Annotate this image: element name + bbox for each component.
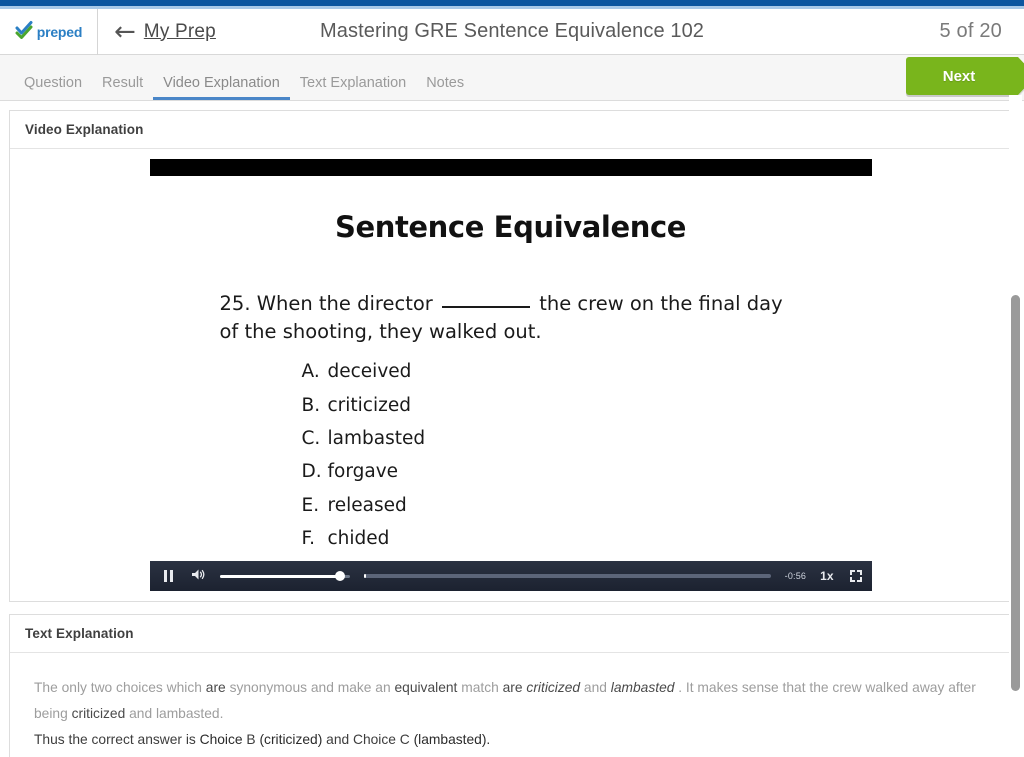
conclusion-seg-1: Thus the correct answer is <box>34 732 200 748</box>
explanation-text: The only two choices which are synonymou… <box>10 653 1011 757</box>
scrollbar-thumb[interactable] <box>1011 295 1020 691</box>
tab-notes[interactable]: Notes <box>416 75 474 101</box>
volume-slider[interactable] <box>219 568 350 584</box>
text-explanation-panel: Text Explanation The only two choices wh… <box>9 614 1012 757</box>
volume-fill <box>219 574 341 578</box>
question-text-before: When the director <box>256 292 433 315</box>
choice-letter: E. <box>301 494 320 516</box>
slide-title: Sentence Equivalence <box>334 210 687 244</box>
explanation-seg-8: criticized <box>526 680 581 695</box>
choice-text: criticized <box>327 394 411 416</box>
choice-text: deceived <box>327 361 412 383</box>
arrow-left-icon: ← <box>114 16 136 47</box>
tab-text-explanation[interactable]: Text Explanation <box>290 75 416 101</box>
back-to-my-prep-link[interactable]: ← My Prep <box>114 19 216 45</box>
explanation-seg-2: are <box>205 680 226 695</box>
next-button[interactable]: Next <box>906 57 1018 95</box>
pause-icon <box>163 570 173 582</box>
tab-result[interactable]: Result <box>92 75 153 101</box>
list-item: B. criticized <box>302 389 872 422</box>
explanation-seg-13: and lambasted. <box>125 705 224 721</box>
explanation-seg-6: are <box>502 680 523 695</box>
tab-bar: Question Result Video Explanation Text E… <box>0 55 1024 101</box>
brand-logo[interactable]: preped <box>0 8 98 55</box>
video-control-bar: -0:56 1x <box>149 561 872 591</box>
tab-video-explanation[interactable]: Video Explanation <box>153 75 290 101</box>
app-root: preped ← My Prep Mastering GRE Sentence … <box>0 0 1024 757</box>
text-panel-title: Text Explanation <box>10 615 1011 653</box>
text-panel-body: The only two choices which are synonymou… <box>10 653 1011 757</box>
explanation-seg-4: equivalent <box>394 680 458 695</box>
choice-letter: F. <box>301 527 316 549</box>
video-explanation-panel: Video Explanation Sentence Equivalence 2… <box>9 110 1012 602</box>
list-item: A. deceived <box>302 355 872 388</box>
explanation-conclusion: Thus the correct answer is Choice B (cri… <box>34 727 987 753</box>
choice-letter: B. <box>301 394 321 416</box>
app-header: preped ← My Prep Mastering GRE Sentence … <box>0 8 1024 55</box>
video-slide: Sentence Equivalence 25. When the direct… <box>149 176 872 561</box>
choice-text: released <box>327 494 407 516</box>
choice-text: forgave <box>327 461 399 483</box>
choice-text: chided <box>327 527 390 549</box>
explanation-seg-1: The only two choices which <box>34 680 206 695</box>
slide-question: 25. When the director the crew on the fi… <box>220 290 800 345</box>
pause-button[interactable] <box>160 570 177 582</box>
back-link-label: My Prep <box>143 20 216 42</box>
list-item: E. released <box>302 489 872 522</box>
list-item: F. chided <box>302 522 872 555</box>
explanation-seg-9: and <box>580 680 611 695</box>
volume-knob[interactable] <box>335 571 346 581</box>
double-check-icon <box>15 19 35 44</box>
choice-letter: A. <box>301 361 320 383</box>
answer-choice-list: A. deceived B. criticized C. lambasted D… <box>302 355 872 555</box>
choice-text: lambasted <box>327 427 426 449</box>
volume-button[interactable] <box>187 568 210 584</box>
tab-list: Question Result Video Explanation Text E… <box>0 54 474 100</box>
choice-letter: D. <box>301 461 322 483</box>
conclusion-seg-6: (lambasted). <box>413 732 491 748</box>
video-progress-bar[interactable] <box>363 574 771 578</box>
video-letterbox-top <box>149 159 872 176</box>
vertical-scrollbar[interactable] <box>1009 95 1022 757</box>
conclusion-seg-2: Choice <box>199 732 243 748</box>
brand-name: preped <box>36 23 83 40</box>
question-blank <box>442 306 531 308</box>
fullscreen-icon[interactable] <box>849 570 862 582</box>
question-progress: 5 of 20 <box>939 20 1002 42</box>
video-progress-played <box>363 574 366 578</box>
time-remaining-label: -0:56 <box>784 571 807 581</box>
playback-speed-button[interactable]: 1x <box>816 569 837 583</box>
conclusion-seg-5: and Choice C <box>322 732 414 748</box>
next-button-wrap: Next <box>906 57 1018 95</box>
volume-icon <box>191 568 206 584</box>
list-item: C. lambasted <box>302 422 872 455</box>
conclusion-seg-4: (criticized) <box>259 732 323 748</box>
choice-letter: C. <box>301 427 321 449</box>
video-panel-title: Video Explanation <box>10 111 1011 149</box>
explanation-seg-3: synonymous and make an <box>225 680 395 695</box>
list-item: D. forgave <box>302 455 872 488</box>
content-scroll-area: Video Explanation Sentence Equivalence 2… <box>0 101 1024 757</box>
tab-question[interactable]: Question <box>14 75 92 101</box>
explanation-seg-5: match <box>457 680 503 695</box>
explanation-seg-10: lambasted <box>610 680 675 695</box>
conclusion-seg-3: B <box>242 732 260 748</box>
video-panel-body: Sentence Equivalence 25. When the direct… <box>10 149 1011 601</box>
explanation-seg-12: criticized <box>71 705 126 721</box>
question-number: 25. <box>219 292 251 315</box>
video-player[interactable]: Sentence Equivalence 25. When the direct… <box>149 159 872 591</box>
